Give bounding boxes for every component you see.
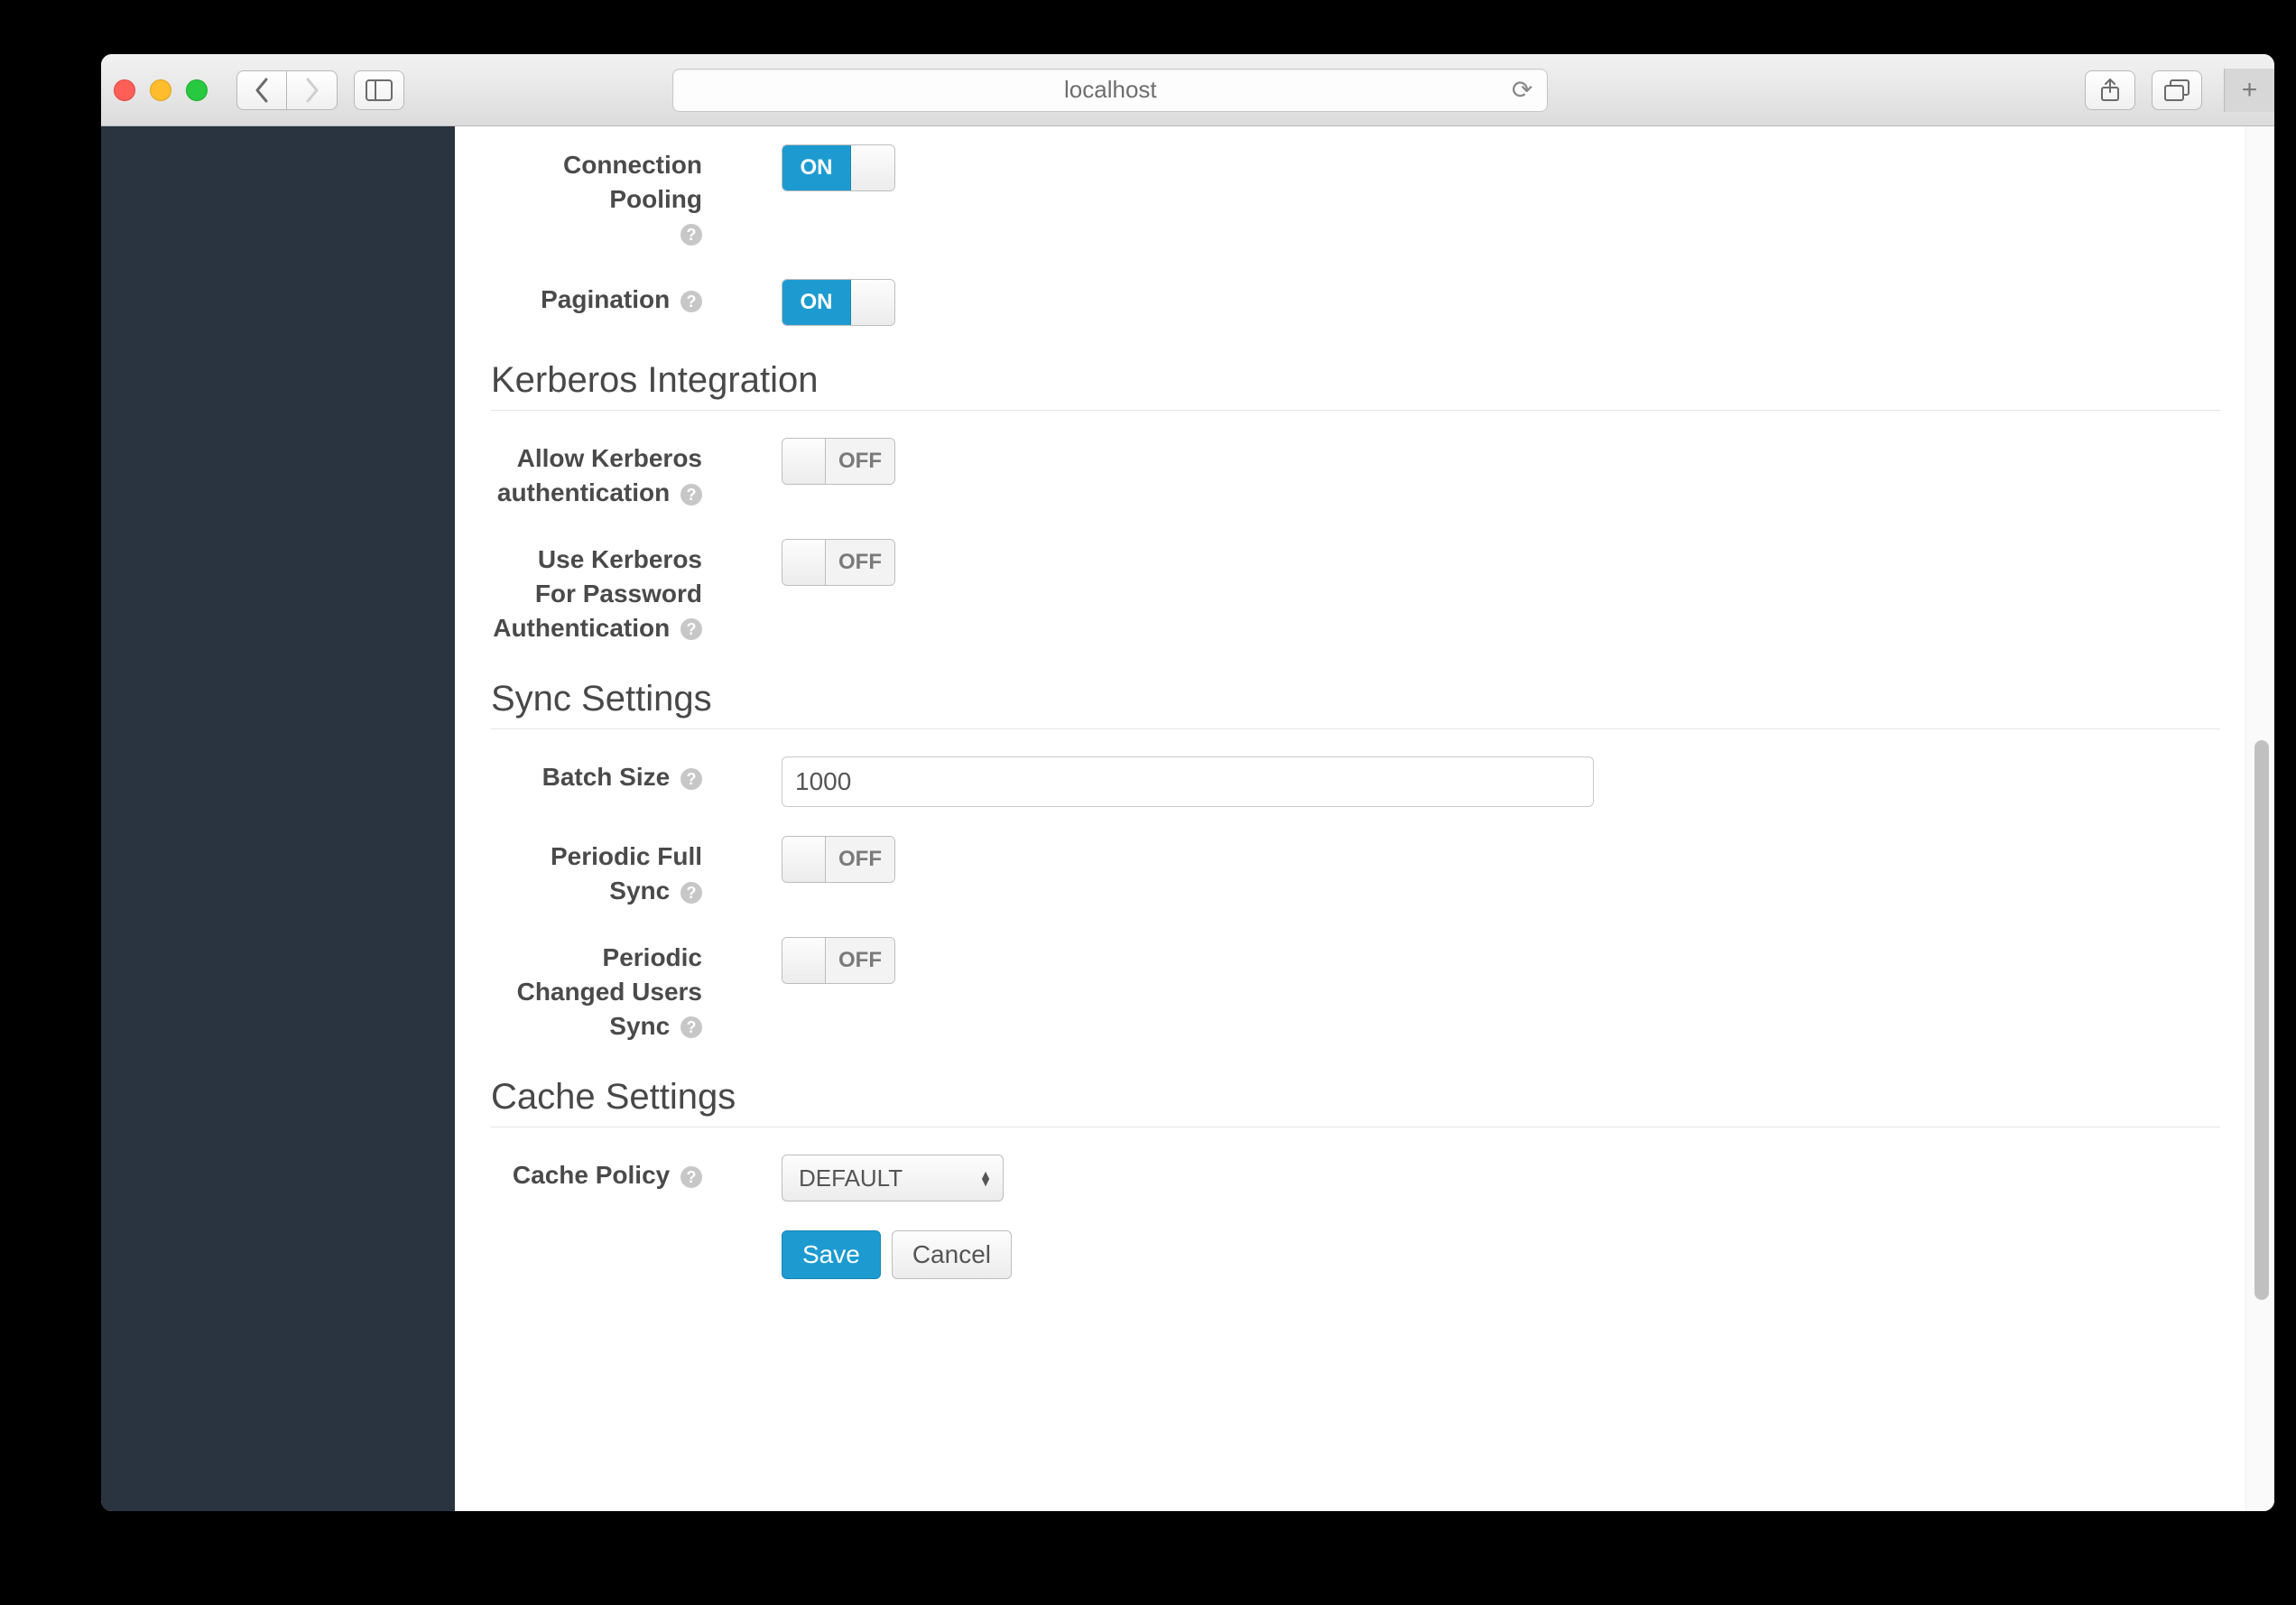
periodic-full-label: Periodic Full Sync ? bbox=[491, 836, 711, 908]
cache-policy-row: Cache Policy ? DEFAULT ▲▼ bbox=[491, 1155, 2220, 1201]
kerberos-password-row: Use Kerberos For Password Authentication… bbox=[491, 539, 2220, 645]
minimize-window-icon[interactable] bbox=[150, 79, 171, 101]
toggle-label: OFF bbox=[826, 938, 894, 983]
new-tab-button[interactable]: + bbox=[2224, 69, 2274, 112]
label-text: Periodic Changed Users Sync bbox=[517, 943, 702, 1040]
help-icon[interactable]: ? bbox=[680, 882, 702, 904]
help-icon[interactable]: ? bbox=[680, 1166, 702, 1188]
label-text: Use Kerberos For Password Authentication bbox=[493, 545, 702, 642]
toggle-knob bbox=[851, 280, 894, 325]
browser-titlebar: localhost ⟳ + bbox=[101, 54, 2274, 126]
plus-icon: + bbox=[2242, 75, 2258, 106]
main-panel: Connection Pooling ? ON Pagination ? bbox=[455, 126, 2274, 1511]
label-text: Cache Policy bbox=[513, 1161, 670, 1189]
vertical-scrollbar[interactable] bbox=[2245, 126, 2274, 1511]
connection-pooling-label: Connection Pooling ? bbox=[491, 144, 711, 250]
label-text: Periodic Full Sync bbox=[551, 842, 702, 905]
share-button[interactable] bbox=[2085, 70, 2135, 110]
toggle-label: OFF bbox=[826, 837, 894, 882]
url-text: localhost bbox=[1064, 76, 1157, 104]
sidebar-toggle-button[interactable] bbox=[354, 70, 404, 110]
connection-pooling-toggle[interactable]: ON bbox=[782, 144, 895, 191]
cancel-button[interactable]: Cancel bbox=[892, 1230, 1012, 1279]
toggle-knob bbox=[782, 938, 826, 983]
sync-section-header: Sync Settings bbox=[491, 679, 2220, 729]
scrollbar-thumb[interactable] bbox=[2254, 740, 2269, 1300]
chevron-left-icon bbox=[254, 78, 270, 103]
button-label: Save bbox=[802, 1240, 860, 1269]
periodic-changed-label: Periodic Changed Users Sync ? bbox=[491, 937, 711, 1043]
tabs-button[interactable] bbox=[2152, 70, 2202, 110]
toggle-label: OFF bbox=[826, 439, 894, 484]
tabs-icon bbox=[2164, 79, 2190, 101]
nav-buttons bbox=[236, 70, 338, 110]
toggle-label: OFF bbox=[826, 540, 894, 585]
periodic-full-row: Periodic Full Sync ? OFF bbox=[491, 836, 2220, 908]
select-value: DEFAULT bbox=[799, 1164, 903, 1192]
periodic-changed-row: Periodic Changed Users Sync ? OFF bbox=[491, 937, 2220, 1043]
batch-size-label: Batch Size ? bbox=[491, 756, 711, 794]
help-icon[interactable]: ? bbox=[680, 618, 702, 640]
form-actions: Save Cancel bbox=[491, 1230, 2220, 1279]
kerberos-password-label: Use Kerberos For Password Authentication… bbox=[491, 539, 711, 645]
toggle-knob bbox=[782, 540, 826, 585]
pagination-toggle[interactable]: ON bbox=[782, 279, 895, 326]
toggle-knob bbox=[782, 837, 826, 882]
browser-window: localhost ⟳ + bbox=[101, 54, 2274, 1511]
chevron-right-icon bbox=[304, 78, 320, 103]
help-icon[interactable]: ? bbox=[680, 291, 702, 312]
toggle-knob bbox=[782, 439, 826, 484]
help-icon[interactable]: ? bbox=[680, 484, 702, 506]
periodic-full-toggle[interactable]: OFF bbox=[782, 836, 895, 883]
periodic-changed-toggle[interactable]: OFF bbox=[782, 937, 895, 984]
help-icon[interactable]: ? bbox=[680, 768, 702, 790]
batch-size-row: Batch Size ? bbox=[491, 756, 2220, 807]
reload-icon[interactable]: ⟳ bbox=[1512, 75, 1532, 105]
back-button[interactable] bbox=[236, 70, 287, 110]
label-text: Pagination bbox=[541, 285, 670, 313]
window-controls bbox=[114, 79, 208, 101]
content-area: Connection Pooling ? ON Pagination ? bbox=[101, 126, 2274, 1511]
save-button[interactable]: Save bbox=[782, 1230, 881, 1279]
settings-form: Connection Pooling ? ON Pagination ? bbox=[455, 126, 2274, 1333]
help-icon[interactable]: ? bbox=[680, 224, 702, 246]
toggle-label: ON bbox=[782, 145, 851, 190]
pagination-label: Pagination ? bbox=[491, 279, 711, 317]
toggle-label: ON bbox=[782, 280, 851, 325]
pagination-row: Pagination ? ON bbox=[491, 279, 2220, 326]
close-window-icon[interactable] bbox=[114, 79, 135, 101]
cache-policy-label: Cache Policy ? bbox=[491, 1155, 711, 1192]
address-bar[interactable]: localhost ⟳ bbox=[672, 69, 1548, 112]
share-icon bbox=[2099, 78, 2121, 103]
toolbar-right: + bbox=[2085, 69, 2262, 112]
cache-policy-select[interactable]: DEFAULT ▲▼ bbox=[782, 1155, 1004, 1201]
label-text: Allow Kerberos authentication bbox=[497, 444, 702, 506]
label-text: Batch Size bbox=[542, 763, 671, 791]
help-icon[interactable]: ? bbox=[680, 1016, 702, 1038]
allow-kerberos-label: Allow Kerberos authentication ? bbox=[491, 438, 711, 510]
sidebar-icon bbox=[366, 79, 393, 101]
label-text: Connection Pooling bbox=[563, 151, 702, 213]
cache-section-header: Cache Settings bbox=[491, 1077, 2220, 1127]
batch-size-input[interactable] bbox=[782, 756, 1594, 807]
kerberos-section-header: Kerberos Integration bbox=[491, 360, 2220, 411]
button-label: Cancel bbox=[912, 1240, 991, 1269]
select-arrows-icon: ▲▼ bbox=[979, 1171, 992, 1185]
allow-kerberos-toggle[interactable]: OFF bbox=[782, 438, 895, 485]
connection-pooling-row: Connection Pooling ? ON bbox=[491, 144, 2220, 250]
kerberos-password-toggle[interactable]: OFF bbox=[782, 539, 895, 586]
toggle-knob bbox=[851, 145, 894, 190]
allow-kerberos-row: Allow Kerberos authentication ? OFF bbox=[491, 438, 2220, 510]
maximize-window-icon[interactable] bbox=[186, 79, 208, 101]
app-sidebar bbox=[101, 126, 455, 1511]
forward-button[interactable] bbox=[287, 70, 338, 110]
